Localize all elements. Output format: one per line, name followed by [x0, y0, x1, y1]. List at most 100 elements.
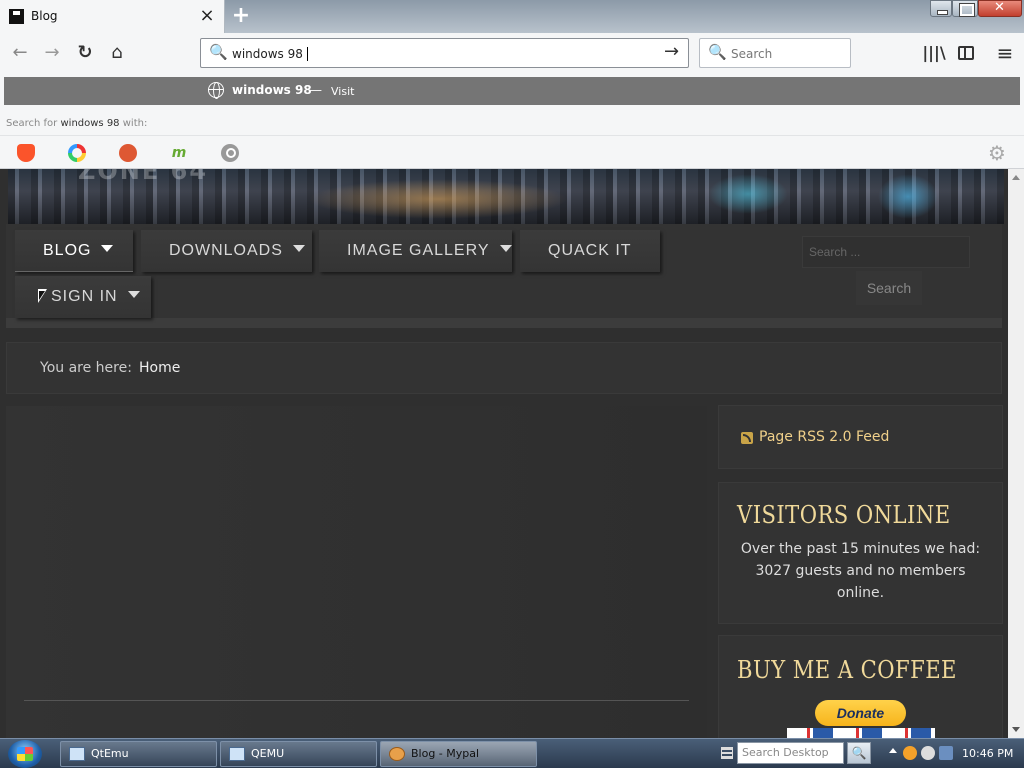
reload-icon[interactable]: ↻: [73, 41, 97, 65]
site-favicon-icon: [9, 9, 24, 24]
menu-item-downloads[interactable]: DOWNLOADS: [141, 230, 312, 272]
menu-label: IMAGE GALLERY: [347, 242, 490, 259]
scroll-down-icon[interactable]: [1012, 727, 1020, 732]
gear-icon[interactable]: ⚙: [988, 141, 1006, 165]
duckduckgo-icon[interactable]: [119, 144, 137, 162]
hamburger-menu-icon[interactable]: ≡: [993, 41, 1017, 65]
navigation-toolbar: ← → ↻ ⌂ 🔍 windows 98 → 🔍 Search |||\ ≡: [0, 33, 1024, 73]
donate-button[interactable]: Donate: [815, 700, 906, 726]
start-button[interactable]: [8, 740, 42, 768]
visit-query: windows 98: [232, 83, 312, 97]
app-icon: [69, 747, 85, 761]
site-search-button[interactable]: Search: [856, 271, 922, 305]
divider: [24, 700, 689, 701]
menu-label: DOWNLOADS: [169, 242, 283, 259]
tab-close-icon[interactable]: ×: [199, 6, 215, 26]
search-placeholder: Search: [731, 47, 773, 61]
search-for-query: windows 98: [60, 118, 120, 129]
taskbar-item-blog-mypal[interactable]: Blog - Mypal: [380, 741, 537, 767]
payment-cards-icon: [787, 728, 935, 738]
caret-down-icon: [499, 245, 512, 252]
breadcrumb-prefix: You are here:: [40, 360, 132, 376]
sidebar-toggle-icon[interactable]: [954, 41, 978, 65]
menu-item-blog[interactable]: BLOG: [15, 230, 133, 272]
window-minimize-button[interactable]: [930, 0, 952, 17]
volume-icon[interactable]: [939, 746, 953, 760]
search-icon[interactable]: 🔍: [847, 742, 871, 764]
library-icon[interactable]: |||\: [922, 41, 946, 65]
tab-bar: Blog × +: [0, 0, 1024, 33]
menu-label: QUACK IT: [548, 242, 632, 259]
taskbar-item-label: Blog - Mypal: [411, 747, 480, 760]
site-logo[interactable]: ZONE 64: [78, 169, 208, 185]
banner-light: [878, 174, 938, 219]
url-bar[interactable]: 🔍 windows 98 →: [200, 38, 689, 68]
desktop-search-input[interactable]: Search Desktop: [737, 742, 844, 764]
visit-label: Visit: [331, 85, 355, 98]
search-for-prefix: Search for: [6, 118, 58, 129]
web-page: ZONE 64 BLOG DOWNLOADS IMAGE GALLERY QUA…: [0, 169, 1008, 738]
clock[interactable]: 10:46 PM: [962, 747, 1013, 760]
taskbar-item-qtemu[interactable]: QtEmu: [60, 741, 217, 767]
network-icon[interactable]: [921, 746, 935, 760]
visitors-heading: VISITORS ONLINE: [737, 501, 951, 529]
tab-blog[interactable]: Blog ×: [0, 0, 225, 33]
taskbar-item-label: QtEmu: [91, 747, 129, 760]
search-icon: 🔍: [708, 43, 727, 61]
buy-me-a-coffee-module: BUY ME A COFFEE Donate: [719, 636, 1002, 738]
main-menu: BLOG DOWNLOADS IMAGE GALLERY QUACK IT SI…: [6, 224, 1002, 328]
text-caret: [306, 47, 308, 61]
window-close-button[interactable]: [978, 0, 1022, 17]
scroll-up-icon[interactable]: [1012, 175, 1020, 180]
search-bar[interactable]: 🔍 Search: [699, 38, 851, 68]
mouse-pointer-icon: [38, 289, 47, 303]
home-icon[interactable]: ⌂: [105, 41, 129, 65]
brave-icon[interactable]: [17, 144, 35, 162]
tray-app-icon[interactable]: [903, 746, 917, 760]
search-for-suffix: with:: [122, 118, 148, 129]
site-banner: ZONE 64: [8, 169, 1004, 224]
rss-icon: [741, 432, 753, 444]
banner-light: [308, 179, 568, 219]
menu-item-image-gallery[interactable]: IMAGE GALLERY: [319, 230, 512, 272]
menu-item-sign-in[interactable]: SIGN IN: [15, 276, 151, 318]
site-search-input[interactable]: Search ...: [802, 236, 970, 268]
forward-arrow-icon[interactable]: →: [40, 41, 64, 65]
breadcrumb-home-link[interactable]: Home: [139, 360, 180, 376]
visitors-online-module: VISITORS ONLINE Over the past 15 minutes…: [719, 483, 1002, 623]
taskbar-item-qemu[interactable]: QEMU: [220, 741, 377, 767]
go-arrow-icon[interactable]: →: [664, 41, 679, 62]
back-arrow-icon[interactable]: ←: [8, 41, 32, 65]
search-engine-icon[interactable]: [221, 144, 239, 162]
visit-separator: —: [310, 83, 322, 97]
qwant-icon[interactable]: [68, 144, 86, 162]
taskbar-item-label: QEMU: [251, 747, 285, 760]
taskbar: QtEmu QEMU Blog - Mypal Search Desktop 🔍…: [0, 738, 1024, 768]
desktop-toolbar-icon[interactable]: [721, 747, 733, 759]
app-icon: [229, 747, 245, 761]
caret-down-icon: [292, 245, 305, 252]
menu-label: SIGN IN: [51, 288, 118, 305]
visit-suggestion[interactable]: windows 98 — Visit: [4, 77, 1020, 105]
menu-item-quack-it[interactable]: QUACK IT: [520, 230, 660, 272]
tab-title: Blog: [31, 9, 58, 23]
tray-expand-icon[interactable]: [889, 748, 897, 753]
browser-icon: [389, 747, 405, 761]
url-input[interactable]: windows 98: [232, 47, 308, 61]
window-maximize-button[interactable]: [952, 0, 978, 17]
mojeek-icon[interactable]: m: [170, 144, 188, 162]
visitors-text: Over the past 15 minutes we had: 3027 gu…: [740, 541, 981, 601]
rss-feed-link[interactable]: Page RSS 2.0 Feed: [759, 429, 889, 445]
coffee-heading: BUY ME A COFFEE: [737, 656, 957, 684]
url-value: windows 98: [232, 47, 303, 61]
breadcrumb: You are here: Home: [6, 342, 1002, 394]
caret-down-icon: [127, 291, 140, 298]
url-autocomplete-popup: windows 98 — Visit Search for windows 98…: [0, 73, 1024, 169]
caret-down-icon: [101, 245, 114, 252]
new-tab-button[interactable]: +: [231, 3, 251, 29]
menu-label: BLOG: [43, 242, 92, 259]
vertical-scrollbar[interactable]: [1008, 169, 1024, 738]
globe-icon: [208, 82, 224, 99]
search-engines-row: m ⚙: [0, 135, 1024, 169]
search-icon: 🔍: [209, 43, 228, 61]
